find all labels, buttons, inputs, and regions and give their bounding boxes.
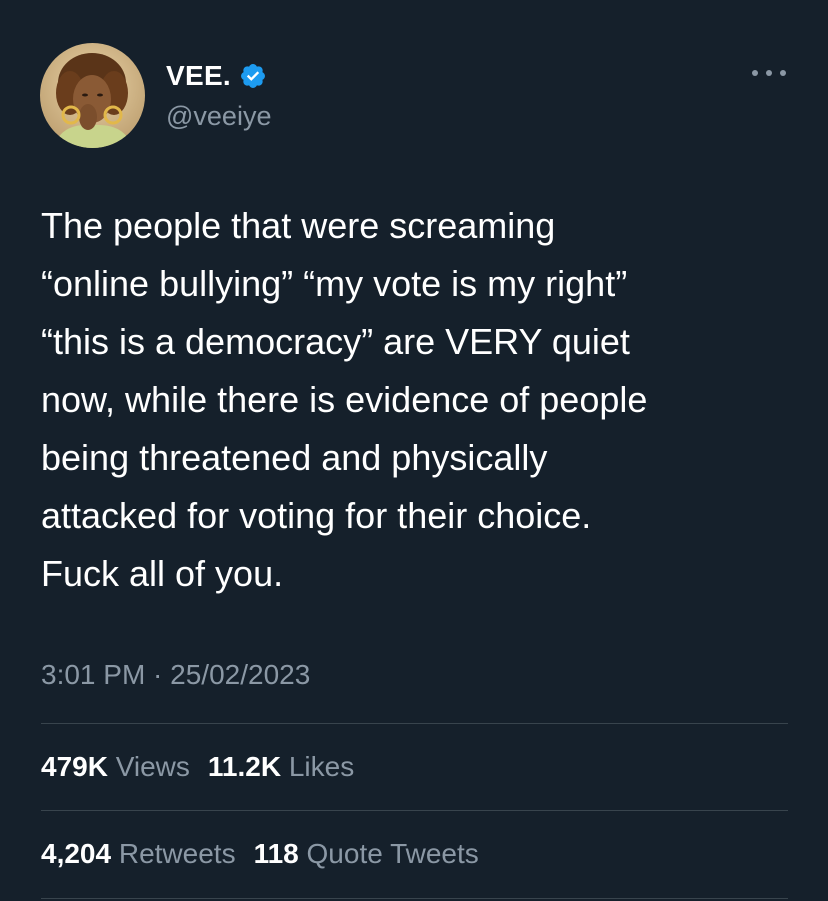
avatar[interactable]	[40, 43, 145, 148]
views-count: 479K	[41, 751, 108, 782]
tweet-text-line: “this is a democracy” are VERY quiet	[41, 321, 630, 362]
more-options-icon[interactable]	[752, 66, 786, 80]
divider	[41, 898, 788, 899]
tweet-text-line: now, while there is evidence of people	[41, 379, 648, 420]
divider	[41, 810, 788, 811]
author-handle[interactable]: @veeiye	[166, 101, 271, 132]
tweet-timestamp[interactable]: 3:01 PM · 25/02/2023	[41, 659, 310, 691]
tweet-text: The people that were screaming “online b…	[41, 197, 811, 603]
retweets-label: Retweets	[118, 838, 236, 869]
likes-label: Likes	[288, 751, 355, 782]
quote-tweets-count: 118	[253, 838, 299, 869]
tweet-text-line: Fuck all of you.	[41, 553, 284, 594]
quote-tweets-stat[interactable]: 118 Quote Tweets	[254, 838, 479, 870]
author-name-row[interactable]: VEE.	[166, 58, 267, 94]
retweets-count: 4,204	[41, 838, 112, 869]
views-label: Views	[115, 751, 190, 782]
views-likes-row: 479K Views 11.2K Likes	[41, 751, 372, 783]
verified-badge-icon	[241, 64, 265, 88]
likes-count: 11.2K	[207, 751, 282, 782]
tweet-text-line: being threatened and physically	[41, 437, 548, 478]
quote-tweets-label: Quote Tweets	[306, 838, 479, 869]
retweets-quotes-row: 4,204 Retweets 118 Quote Tweets	[41, 838, 497, 870]
retweets-stat[interactable]: 4,204 Retweets	[41, 838, 236, 870]
profile-photo-icon	[40, 43, 145, 148]
tweet-text-line: attacked for voting for their choice.	[41, 495, 592, 536]
divider	[41, 723, 788, 724]
author-display-name[interactable]: VEE.	[166, 60, 231, 92]
views-stat[interactable]: 479K Views	[41, 751, 190, 783]
likes-stat[interactable]: 11.2K Likes	[208, 751, 354, 783]
tweet-text-line: The people that were screaming	[41, 205, 556, 246]
tweet-text-line: “online bullying” “my vote is my right”	[41, 263, 628, 304]
